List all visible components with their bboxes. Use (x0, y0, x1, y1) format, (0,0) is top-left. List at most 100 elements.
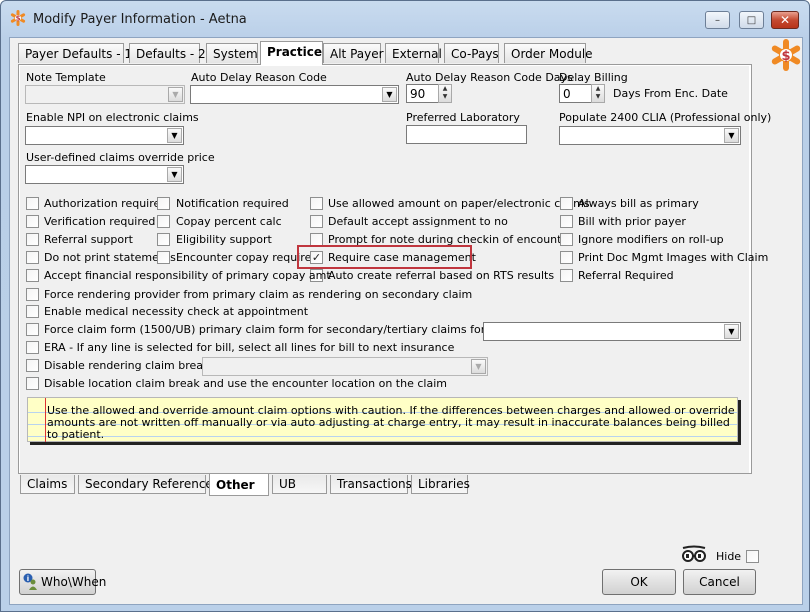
auto-delay-reason-code-combo[interactable]: ▼ (190, 85, 399, 104)
verification-required-label: Verification required (44, 215, 156, 228)
tab-system[interactable]: System (206, 43, 258, 63)
referral-required-label: Referral Required (578, 269, 674, 282)
print-doc-mgmt-images-label: Print Doc Mgmt Images with Claim (578, 251, 769, 264)
delay-billing-label: Delay Billing (559, 71, 628, 84)
disable-location-claim-break-label: Disable location claim break and use the… (44, 377, 447, 390)
tab-co-pays[interactable]: Co-Pays (444, 43, 499, 63)
enable-medical-necessity-checkbox[interactable] (26, 305, 39, 318)
info-person-icon: i (23, 573, 37, 590)
ok-button[interactable]: OK (602, 569, 676, 595)
eligibility-support-label: Eligibility support (176, 233, 272, 246)
caution-note-text: Use the allowed and override amount clai… (47, 404, 735, 441)
tab-libraries[interactable]: Libraries (411, 475, 470, 494)
populate-2400-clia-combo[interactable]: ▼ (559, 126, 741, 145)
chevron-down-icon[interactable]: ▼ (167, 167, 182, 182)
delay-billing-stepper[interactable]: ▲ ▼ (591, 84, 605, 103)
auto-delay-days-input[interactable]: 90 (406, 84, 439, 103)
user-defined-override-combo[interactable]: ▼ (25, 165, 184, 184)
tab-external[interactable]: External (385, 43, 442, 63)
encounter-copay-required-checkbox[interactable] (157, 251, 170, 264)
tab-payer-defaults-1[interactable]: Payer Defaults - 1 (18, 43, 132, 63)
auto-delay-days-label: Auto Delay Reason Code Days (406, 71, 573, 84)
title-bar: $ Modify Payer Information - Aetna – □ ✕ (1, 1, 809, 37)
arrow-down-icon[interactable]: ▼ (439, 93, 451, 101)
preferred-laboratory-input[interactable] (406, 125, 527, 144)
referral-support-checkbox[interactable] (26, 233, 39, 246)
tab-other[interactable]: Other (209, 474, 269, 496)
caution-note: Use the allowed and override amount clai… (27, 397, 738, 442)
force-claim-form-checkbox[interactable] (26, 323, 39, 336)
tab-secondary-references[interactable]: Secondary References (78, 475, 219, 494)
window-title: Modify Payer Information - Aetna (33, 12, 247, 27)
tab-alt-payer[interactable]: Alt Payer (323, 43, 384, 63)
who-when-button[interactable]: i Who\When (19, 569, 106, 595)
ignore-modifiers-label: Ignore modifiers on roll-up (578, 233, 724, 246)
tab-defaults-2[interactable]: Defaults - 2 (129, 43, 206, 63)
always-bill-as-primary-label: Always bill as primary (578, 197, 699, 210)
close-button[interactable]: ✕ (771, 11, 799, 29)
force-rendering-provider-label: Force rendering provider from primary cl… (44, 288, 473, 301)
era-select-all-lines-checkbox[interactable] (26, 341, 39, 354)
accept-financial-responsibility-label: Accept financial responsibility of prima… (44, 269, 331, 282)
notification-required-checkbox[interactable] (157, 197, 170, 210)
authorization-required-label: Authorization required (44, 197, 168, 210)
chevron-down-icon[interactable]: ▼ (167, 128, 182, 143)
tab-transactions[interactable]: Transactions (330, 475, 412, 494)
chevron-down-icon: ▼ (168, 87, 183, 102)
force-rendering-provider-checkbox[interactable] (26, 288, 39, 301)
cancel-button[interactable]: Cancel (683, 569, 756, 595)
enable-npi-combo[interactable]: ▼ (25, 126, 184, 145)
disable-rendering-claim-break-label: Disable rendering claim break: (44, 359, 214, 372)
chevron-down-icon[interactable]: ▼ (724, 128, 739, 143)
enable-npi-label: Enable NPI on electronic claims (26, 111, 199, 124)
delay-billing-suffix: Days From Enc. Date (613, 87, 728, 100)
note-template-label: Note Template (26, 71, 106, 84)
eyeglasses-icon (682, 545, 706, 562)
chevron-down-icon: ▼ (471, 359, 486, 374)
copay-percent-calc-checkbox[interactable] (157, 215, 170, 228)
always-bill-as-primary-checkbox[interactable] (560, 197, 573, 210)
user-defined-override-label: User-defined claims override price (26, 151, 215, 164)
maximize-button[interactable]: □ (739, 11, 764, 29)
authorization-required-checkbox[interactable] (26, 197, 39, 210)
auto-delay-days-stepper[interactable]: ▲ ▼ (438, 84, 452, 103)
chevron-down-icon[interactable]: ▼ (724, 324, 739, 339)
referral-support-label: Referral support (44, 233, 133, 246)
financial-class-combo[interactable]: ▼ (483, 322, 741, 341)
tab-claims[interactable]: Claims (20, 475, 75, 494)
tab-order-module[interactable]: Order Module (504, 43, 593, 63)
hide-label: Hide (716, 550, 742, 563)
default-accept-assignment-checkbox[interactable] (310, 215, 323, 228)
referral-required-checkbox[interactable] (560, 269, 573, 282)
notification-required-label: Notification required (176, 197, 289, 210)
arrow-up-icon[interactable]: ▲ (439, 85, 451, 93)
verification-required-checkbox[interactable] (26, 215, 39, 228)
use-allowed-amount-checkbox[interactable] (310, 197, 323, 210)
accept-financial-responsibility-checkbox[interactable] (26, 269, 39, 282)
ignore-modifiers-checkbox[interactable] (560, 233, 573, 246)
arrow-up-icon[interactable]: ▲ (592, 85, 604, 93)
minimize-button[interactable]: – (705, 11, 730, 29)
do-not-print-statements-checkbox[interactable] (26, 251, 39, 264)
svg-text:$: $ (16, 15, 21, 23)
disable-location-claim-break-checkbox[interactable] (26, 377, 39, 390)
bill-with-prior-payer-checkbox[interactable] (560, 215, 573, 228)
svg-text:i: i (27, 575, 29, 583)
chevron-down-icon[interactable]: ▼ (382, 87, 397, 102)
preferred-laboratory-label: Preferred Laboratory (406, 111, 520, 124)
dialog-window: $ Modify Payer Information - Aetna – □ ✕… (0, 0, 810, 612)
bill-with-prior-payer-label: Bill with prior payer (578, 215, 686, 228)
highlight-box (297, 245, 472, 269)
print-doc-mgmt-images-checkbox[interactable] (560, 251, 573, 264)
note-margin-line (45, 398, 46, 442)
disable-rendering-claim-break-checkbox[interactable] (26, 359, 39, 372)
hide-checkbox[interactable] (746, 550, 759, 563)
tab-practice[interactable]: Practice (260, 41, 323, 65)
tab-ub[interactable]: UB (272, 475, 327, 494)
populate-2400-clia-label: Populate 2400 CLIA (Professional only) (559, 111, 772, 124)
delay-billing-input[interactable]: 0 (559, 84, 592, 103)
svg-text:$: $ (781, 49, 790, 64)
eligibility-support-checkbox[interactable] (157, 233, 170, 246)
note-template-combo: ▼ (25, 85, 185, 104)
arrow-down-icon[interactable]: ▼ (592, 93, 604, 101)
